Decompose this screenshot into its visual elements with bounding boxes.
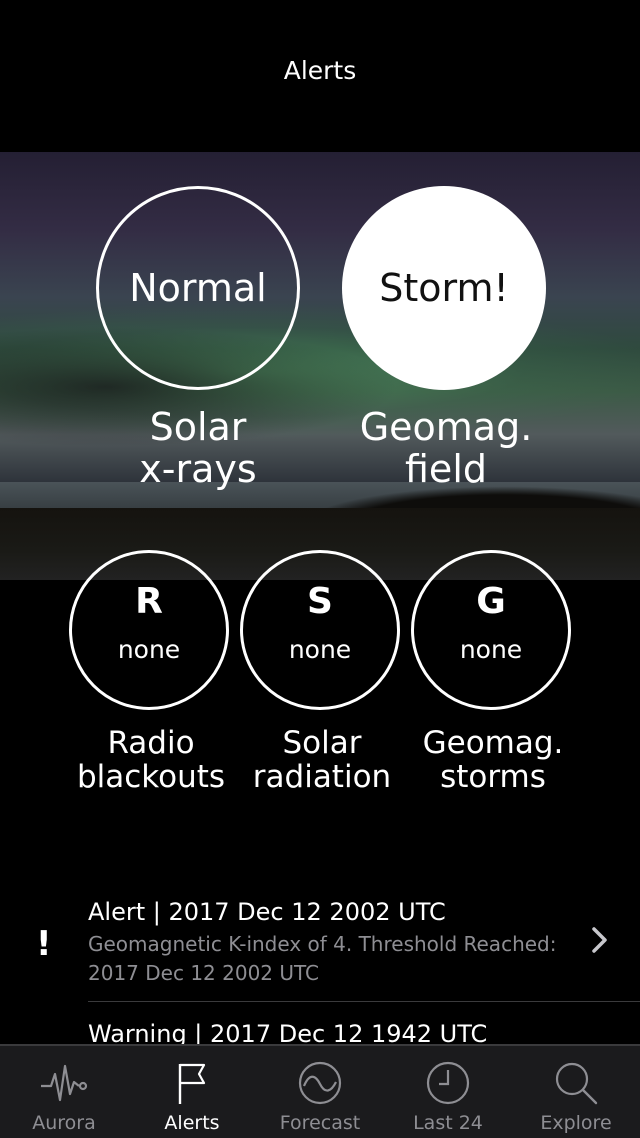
- navigation-bar: Alerts: [0, 0, 640, 152]
- geomag-field-label-line2: field: [405, 447, 487, 491]
- geomag-storms-circle[interactable]: G none: [411, 550, 571, 710]
- magnifier-icon: [555, 1062, 598, 1105]
- radio-blackouts-label: Radio blackouts: [61, 726, 241, 794]
- geomag-storms-label: Geomag. storms: [403, 726, 583, 794]
- alert-list-item[interactable]: ! Alert | 2017 Dec 12 2002 UTC Geomagnet…: [0, 890, 640, 1002]
- tab-explore[interactable]: Explore: [512, 1046, 640, 1138]
- tab-label-aurora: Aurora: [32, 1112, 96, 1134]
- aurora-background-photo: [0, 152, 640, 580]
- geomag-field-label: Geomag. field: [316, 406, 576, 490]
- geomag-field-status: Storm!: [379, 266, 509, 310]
- solar-xray-status: Normal: [129, 266, 267, 310]
- tab-alerts[interactable]: Alerts: [128, 1046, 256, 1138]
- list-divider: [88, 1001, 640, 1002]
- page-title: Alerts: [283, 56, 357, 85]
- tab-label-explore: Explore: [540, 1112, 612, 1134]
- tab-forecast[interactable]: Forecast: [256, 1046, 384, 1138]
- alert-description: Geomagnetic K-index of 4. Threshold Reac…: [88, 932, 557, 985]
- wave-circle-icon: [298, 1061, 342, 1105]
- scale-value-s: none: [288, 635, 352, 664]
- geomag-storms-label-line2: storms: [440, 759, 546, 795]
- radio-blackouts-label-line2: blackouts: [76, 759, 226, 795]
- flag-icon: [178, 1063, 206, 1104]
- scale-letter-g: G: [476, 581, 506, 622]
- geomag-field-label-line1: Geomag.: [359, 405, 533, 449]
- tab-bar: Aurora Alerts Forecast Last 24 Explore: [0, 1044, 640, 1138]
- solar-radiation-label: Solar radiation: [232, 726, 412, 794]
- scale-value-g: none: [459, 635, 523, 664]
- waveform-icon: [41, 1064, 88, 1102]
- radio-blackouts-label-line1: Radio: [107, 725, 195, 761]
- geomag-storms-label-line1: Geomag.: [422, 725, 564, 761]
- geomag-field-status-circle[interactable]: Storm!: [342, 186, 546, 390]
- tab-label-alerts: Alerts: [164, 1112, 220, 1134]
- solar-xray-label-line1: Solar: [149, 405, 247, 449]
- tab-aurora[interactable]: Aurora: [0, 1046, 128, 1138]
- radio-blackouts-circle[interactable]: R none: [69, 550, 229, 710]
- solar-xray-label: Solar x-rays: [68, 406, 328, 490]
- alert-title: Alert | 2017 Dec 12 2002 UTC: [88, 898, 446, 926]
- scale-letter-s: S: [307, 581, 333, 622]
- scale-value-r: none: [117, 635, 181, 664]
- chevron-right-icon: [592, 927, 607, 953]
- solar-radiation-circle[interactable]: S none: [240, 550, 400, 710]
- solar-xray-status-circle[interactable]: Normal: [96, 186, 300, 390]
- scale-letter-r: R: [135, 581, 163, 622]
- solar-radiation-label-line1: Solar: [282, 725, 362, 761]
- tab-label-forecast: Forecast: [279, 1112, 361, 1134]
- tab-last24[interactable]: Last 24: [384, 1046, 512, 1138]
- exclamation-icon: !: [36, 924, 52, 964]
- solar-xray-label-line2: x-rays: [139, 447, 257, 491]
- solar-radiation-label-line2: radiation: [252, 759, 392, 795]
- tab-label-last24: Last 24: [413, 1112, 483, 1134]
- clock-icon: [426, 1061, 470, 1105]
